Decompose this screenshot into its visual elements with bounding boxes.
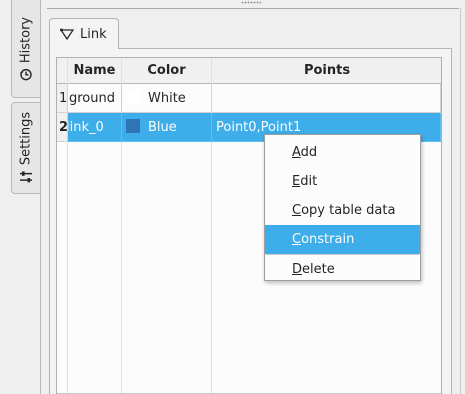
menu-item-label: onstrain xyxy=(301,232,355,247)
menu-item-constrain[interactable]: Constrain xyxy=(265,225,420,254)
cell-color[interactable]: White xyxy=(122,84,212,113)
column-header-points[interactable]: Points xyxy=(212,58,441,83)
cell-color-label: White xyxy=(148,91,186,106)
menu-mnemonic: C xyxy=(292,203,302,218)
menu-item-delete[interactable]: Delete xyxy=(265,255,420,284)
menu-item-add[interactable]: Add xyxy=(265,138,420,167)
menu-mnemonic: C xyxy=(292,232,302,247)
side-tab-strip: History Settings xyxy=(0,0,42,394)
column-header-color[interactable]: Color xyxy=(122,58,212,83)
tab-link-label: Link xyxy=(80,26,107,42)
menu-item-label: opy table data xyxy=(301,203,396,218)
column-header-name[interactable]: Name xyxy=(68,58,122,83)
color-swatch xyxy=(126,119,140,133)
tab-link[interactable]: Link xyxy=(49,18,119,49)
menu-mnemonic: E xyxy=(292,174,301,189)
cell-color-label: Blue xyxy=(148,120,177,135)
menu-item-edit[interactable]: Edit xyxy=(265,167,420,196)
dock-grip-handle[interactable] xyxy=(241,1,261,4)
menu-item-label: elete xyxy=(302,262,335,277)
divider xyxy=(47,8,459,9)
context-menu: Add Edit Copy table data Constrain Delet… xyxy=(264,134,421,281)
link-tool-icon xyxy=(60,28,74,40)
tab-history-label: History xyxy=(18,16,34,63)
menu-item-copy-table-data[interactable]: Copy table data xyxy=(265,196,420,225)
cell-name[interactable]: link_0 xyxy=(68,113,122,142)
menu-item-label: dd xyxy=(300,145,318,160)
cell-name[interactable]: ground xyxy=(68,84,122,113)
tab-history[interactable]: History xyxy=(11,0,40,98)
cell-color[interactable]: Blue xyxy=(122,113,212,142)
menu-mnemonic: A xyxy=(292,145,301,160)
history-icon xyxy=(20,68,32,80)
row-index[interactable]: 2 xyxy=(57,113,68,142)
tab-settings-label: Settings xyxy=(18,111,34,166)
menu-item-label: dit xyxy=(300,174,318,189)
cell-points[interactable] xyxy=(212,84,441,113)
color-swatch xyxy=(126,90,140,104)
tab-settings[interactable]: Settings xyxy=(11,102,40,194)
row-index[interactable]: 1 xyxy=(57,84,68,113)
sliders-icon xyxy=(20,171,32,183)
divider xyxy=(460,8,461,394)
table-row[interactable]: 1 ground White xyxy=(57,84,441,113)
table-header: Name Color Points xyxy=(57,58,441,84)
menu-mnemonic: D xyxy=(292,262,303,277)
